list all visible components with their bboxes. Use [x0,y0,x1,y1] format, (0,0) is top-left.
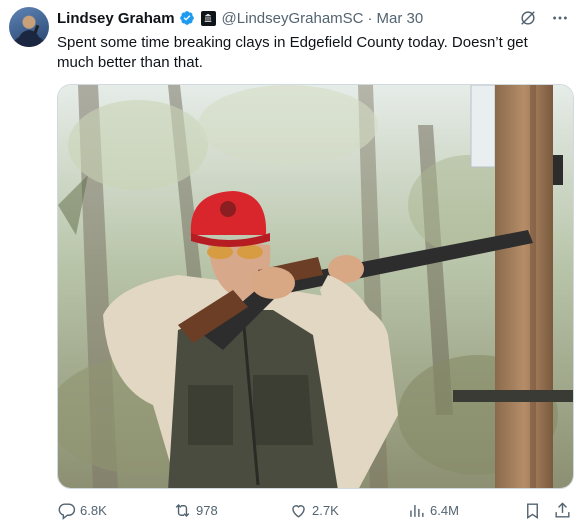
avatar[interactable] [9,7,49,47]
author-handle[interactable]: @LindseyGrahamSC [222,10,364,27]
action-bar: 6.8K 978 2.7K 6.4M [57,498,578,522]
repost-icon [175,503,190,517]
tweet-photo[interactable] [57,84,574,489]
bookmark-button[interactable] [523,498,542,522]
tweet-text: Spent some time breaking clays in Edgefi… [57,34,528,71]
tweet-date[interactable]: Mar 30 [377,10,424,27]
reply-button[interactable]: 6.8K [57,498,107,522]
separator-dot: · [367,9,373,27]
views-icon [410,504,424,517]
like-icon [292,504,305,518]
tweet-header: Lindsey Graham @LindseyGrahamSC · Mar 30 [57,8,570,28]
repost-count: 978 [196,502,218,518]
views-button[interactable]: 6.4M [407,498,459,522]
repost-button[interactable]: 978 [173,498,218,522]
like-button[interactable]: 2.7K [289,498,339,522]
like-count: 2.7K [312,502,339,518]
government-affiliation-icon[interactable] [200,10,216,26]
share-icon [555,501,570,518]
grok-icon[interactable] [518,8,538,28]
verified-badge-icon [179,10,195,26]
author-name[interactable]: Lindsey Graham [57,10,175,27]
more-icon[interactable] [550,8,570,28]
bookmark-icon [527,502,538,519]
share-button[interactable] [553,498,572,522]
reply-count: 6.8K [80,502,107,518]
reply-icon [58,502,76,520]
views-count: 6.4M [430,502,459,518]
